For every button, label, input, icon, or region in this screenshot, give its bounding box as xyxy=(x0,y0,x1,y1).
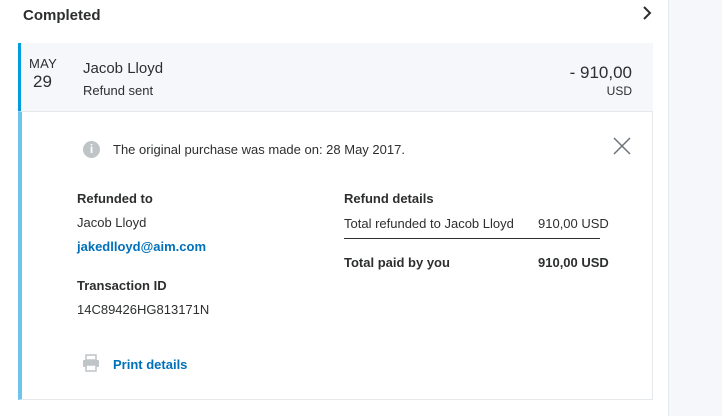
transaction-name: Jacob Lloyd xyxy=(83,60,164,77)
transaction-amount: - 910,00 xyxy=(569,63,632,82)
transaction-id-label: Transaction ID xyxy=(77,278,167,293)
section-title: Completed xyxy=(23,7,101,24)
total-paid-value: 910,00 USD xyxy=(538,255,609,270)
refunded-to-name: Jacob Lloyd xyxy=(77,215,147,230)
transaction-status: Refund sent xyxy=(83,83,154,98)
chevron-right-icon[interactable] xyxy=(638,4,656,22)
transaction-month: MAY xyxy=(29,56,58,71)
right-gutter xyxy=(668,0,722,416)
transaction-day: 29 xyxy=(33,72,52,91)
refunded-to-email-link[interactable]: jakedlloyd@aim.com xyxy=(77,239,206,254)
transaction-row[interactable]: MAY 29 Jacob Lloyd Refund sent - 910,00 … xyxy=(18,43,653,111)
info-icon: i xyxy=(83,141,100,158)
print-details-link[interactable]: Print details xyxy=(113,357,187,372)
transaction-id-value: 14C89426HG813171N xyxy=(77,302,210,317)
printer-icon[interactable] xyxy=(82,354,100,372)
refunded-to-label: Refunded to xyxy=(77,191,153,206)
refund-divider xyxy=(344,238,600,239)
refund-details-label: Refund details xyxy=(344,191,434,206)
close-icon[interactable] xyxy=(612,136,632,156)
total-refunded-value: 910,00 USD xyxy=(538,216,609,231)
info-message: The original purchase was made on: 28 Ma… xyxy=(113,142,405,157)
transaction-details: i The original purchase was made on: 28 … xyxy=(18,111,653,400)
total-paid-label: Total paid by you xyxy=(344,255,450,270)
activity-panel: Completed MAY 29 Jacob Lloyd Refund sent… xyxy=(0,0,668,416)
section-header: Completed xyxy=(0,0,668,34)
total-refunded-label: Total refunded to Jacob Lloyd xyxy=(344,216,514,231)
transaction-currency: USD xyxy=(606,84,632,98)
